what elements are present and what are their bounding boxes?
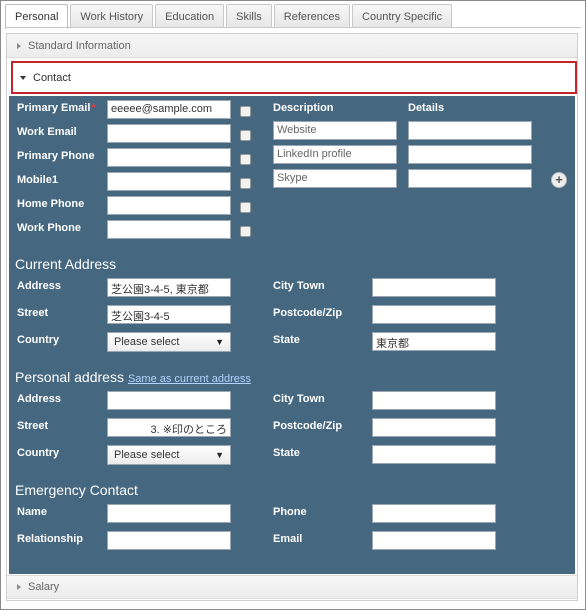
caret-down-icon — [20, 75, 26, 80]
dropdown-arrow-icon: ▼ — [215, 450, 224, 460]
current-address-input[interactable]: 芝公園3-4-5, 東京都 — [107, 278, 231, 297]
work-phone-input[interactable] — [107, 220, 231, 239]
current-postcode-label: Postcode/Zip — [273, 307, 343, 319]
same-as-current-link[interactable]: Same as current address — [128, 373, 251, 385]
personal-state-input[interactable] — [372, 445, 496, 464]
tab-skills[interactable]: Skills — [226, 4, 272, 28]
caret-right-icon — [17, 584, 21, 590]
section-contact[interactable]: Contact — [11, 61, 577, 94]
emergency-name-label: Name — [17, 506, 47, 518]
personal-country-label: Country — [17, 447, 60, 459]
home-phone-input[interactable] — [107, 196, 231, 215]
personal-street-label: Street — [17, 420, 49, 432]
tab-personal[interactable]: Personal — [5, 4, 69, 29]
tab-education[interactable]: Education — [155, 4, 225, 28]
select-value: Please select — [114, 449, 180, 461]
emergency-email-input[interactable] — [372, 531, 496, 550]
current-city-input[interactable] — [372, 278, 496, 297]
section-title: Contact — [33, 71, 71, 84]
details-input[interactable] — [408, 145, 532, 164]
home-phone-label: Home Phone — [17, 198, 85, 210]
description-input[interactable]: LinkedIn profile — [273, 145, 397, 164]
primary-email-input[interactable]: eeeee@sample.com — [107, 100, 231, 119]
current-country-select[interactable]: Please select ▼ — [107, 332, 231, 352]
contact-panel: Primary Email* eeeee@sample.com Work Ema… — [9, 96, 575, 574]
dropdown-arrow-icon: ▼ — [215, 337, 224, 347]
work-phone-label: Work Phone — [17, 222, 81, 234]
home-phone-checkbox[interactable] — [240, 202, 251, 213]
work-phone-checkbox[interactable] — [240, 226, 251, 237]
emergency-phone-label: Phone — [273, 506, 307, 518]
personal-address-label: Address — [17, 393, 62, 405]
tab-divider — [5, 27, 581, 28]
section-title: Standard Information — [28, 39, 131, 52]
primary-phone-checkbox[interactable] — [240, 154, 251, 165]
personal-country-select[interactable]: Please select ▼ — [107, 445, 231, 465]
details-input[interactable] — [408, 121, 532, 140]
current-street-label: Street — [17, 307, 49, 319]
personal-address-title: Personal address — [15, 369, 124, 385]
emergency-email-label: Email — [273, 533, 303, 545]
emergency-phone-input[interactable] — [372, 504, 496, 523]
description-input[interactable]: Website — [273, 121, 397, 140]
personal-street-input[interactable]: 3. ※印のところ — [107, 418, 231, 437]
primary-email-checkbox[interactable] — [240, 106, 251, 117]
personal-address-input[interactable] — [107, 391, 231, 410]
caret-right-icon — [17, 42, 21, 49]
tab-content: Standard Information Contact Primary Ema… — [6, 33, 578, 601]
emergency-name-input[interactable] — [107, 504, 231, 523]
current-state-input[interactable]: 東京都 — [372, 332, 496, 351]
work-email-checkbox[interactable] — [240, 130, 251, 141]
emergency-relationship-input[interactable] — [107, 531, 231, 550]
form-window: Personal Work History Education Skills R… — [0, 0, 586, 610]
personal-address-title-row: Personal address Same as current address — [15, 369, 251, 385]
section-salary[interactable]: Salary — [7, 575, 577, 599]
primary-phone-input[interactable] — [107, 148, 231, 167]
description-header: Description — [273, 102, 334, 114]
work-email-label: Work Email — [17, 126, 77, 138]
current-address-title: Current Address — [15, 256, 117, 272]
section-title: Salary — [28, 581, 60, 593]
primary-email-label: Primary Email* — [17, 102, 96, 114]
mobile1-checkbox[interactable] — [240, 178, 251, 189]
tab-work-history[interactable]: Work History — [70, 4, 154, 28]
primary-phone-label: Primary Phone — [17, 150, 95, 162]
details-input[interactable] — [408, 169, 532, 188]
tab-bar: Personal Work History Education Skills R… — [5, 4, 454, 29]
plus-circle-icon[interactable]: + — [551, 172, 567, 188]
emergency-relationship-label: Relationship — [17, 533, 84, 545]
section-standard-information[interactable]: Standard Information — [7, 34, 577, 58]
select-value: Please select — [114, 336, 180, 348]
tab-country-specific[interactable]: Country Specific — [352, 4, 453, 28]
personal-city-label: City Town — [273, 393, 325, 405]
personal-city-input[interactable] — [372, 391, 496, 410]
current-postcode-input[interactable] — [372, 305, 496, 324]
required-marker: * — [91, 102, 96, 114]
work-email-input[interactable] — [107, 124, 231, 143]
mobile1-input[interactable] — [107, 172, 231, 191]
current-street-input[interactable]: 芝公園3-4-5 — [107, 305, 231, 324]
details-header: Details — [408, 102, 445, 114]
current-state-label: State — [273, 334, 300, 346]
current-country-label: Country — [17, 334, 60, 346]
personal-postcode-label: Postcode/Zip — [273, 420, 343, 432]
mobile1-label: Mobile1 — [17, 174, 58, 186]
personal-state-label: State — [273, 447, 300, 459]
emergency-contact-title: Emergency Contact — [15, 482, 138, 498]
tab-references[interactable]: References — [273, 4, 351, 28]
personal-postcode-input[interactable] — [372, 418, 496, 437]
current-address-label: Address — [17, 280, 62, 292]
description-input[interactable]: Skype — [273, 169, 397, 188]
current-city-label: City Town — [273, 280, 325, 292]
